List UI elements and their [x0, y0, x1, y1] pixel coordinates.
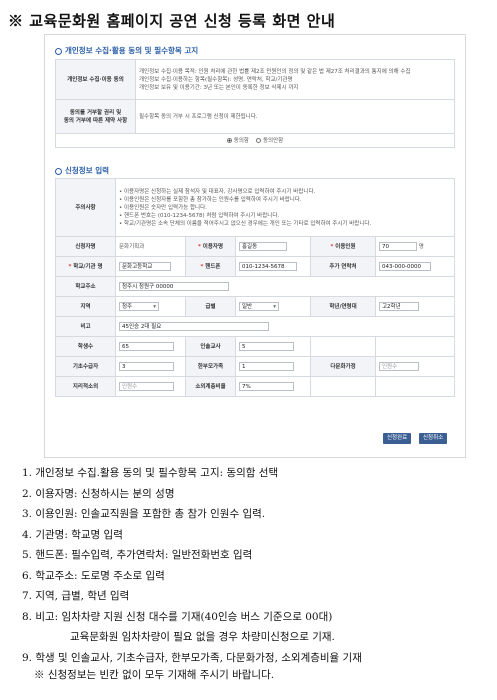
screenshot-panel: 개인정보 수집·활용 동의 및 필수항목 고지 개인정보 수집·이용 동의 개인… — [44, 34, 466, 458]
guide-list: 1. 개인정보 수집.활용 동의 및 필수항목 고지: 동의함 선택 2. 이용… — [22, 463, 492, 682]
notice-text: • 이용자명은 신청하는 실제 참석자 및 대표자, 강사명으로 입력하여 주시… — [115, 178, 455, 237]
guide-item: 7. 지역, 급별, 학년 입력 — [22, 590, 130, 602]
guide-item: 8. 비고: 임차차량 지원 신청 대수를 기재(40인승 버스 기준으로 00… — [22, 610, 333, 623]
applicant-value: 문화기획과 — [115, 236, 186, 257]
guide-item: 5. 핸드폰: 필수입력, 추가연락처: 일반전화번호 입력 — [22, 549, 253, 561]
cancel-button[interactable]: 신청취소 — [419, 433, 448, 444]
guide-item: 6. 학교주소: 도로명 주소로 입력 — [22, 569, 165, 582]
note-input[interactable]: 45인승 2대 필요 — [119, 322, 269, 331]
school-address-input[interactable]: 청주시 청원구 00000 — [119, 282, 229, 291]
agree-radio[interactable] — [226, 137, 232, 143]
consent-radio-group: 동의함 동의안함 — [55, 133, 455, 148]
guide-item: 9. 학생 및 인솔교사, 기초수급자, 한부모가족, 다문화가정, 소외계층비… — [22, 651, 362, 664]
guide-item: 교육문화원 임차차량이 필요 없을 경우 차량미신청으로 기재. — [70, 631, 335, 643]
privacy-table: 개인정보 수집·이용 동의 개인정보 수집·이용 목적: 인원 처리에 관한 법… — [55, 59, 455, 148]
privacy-consent-label: 개인정보 수집·이용 동의 — [55, 59, 136, 100]
students-input[interactable]: 65 — [119, 342, 174, 351]
teachers-input[interactable]: 5 — [239, 342, 294, 351]
school-name-input[interactable]: 문화고등학교 — [119, 262, 171, 271]
grade-input[interactable]: 고2학년 — [379, 302, 419, 311]
phone-input[interactable]: 010-1234-5678 — [239, 262, 297, 271]
basic-recipient-input[interactable]: 3 — [119, 362, 174, 371]
bullet-icon — [55, 167, 62, 175]
single-parent-input[interactable]: 1 — [239, 362, 294, 371]
refusal-right-label: 동의를 거부할 권리 및 동의 거부에 따른 제약 사항 — [55, 99, 136, 134]
apply-form-table: 주의사항 • 이용자명은 신청하는 실제 참석자 및 대표자, 강사명으로 입력… — [55, 178, 455, 397]
refusal-right-text: 필수항목 동의 거부 시 프로그램 신청이 제한됩니다. — [135, 99, 455, 134]
geo-isolated-input[interactable]: 인원수 — [119, 382, 174, 391]
people-count-input[interactable]: 70 — [379, 242, 417, 251]
bullet-icon — [55, 47, 62, 55]
user-name-input[interactable]: 홍길동 — [239, 242, 287, 251]
privacy-consent-text: 개인정보 수집·이용 목적: 인원 처리에 관한 법률 제2조 민원인의 정의 … — [135, 59, 455, 100]
apply-section-title: 신청정보 입력 — [55, 165, 109, 176]
submit-button[interactable]: 신청완료 — [383, 433, 412, 444]
underprivileged-ratio-input[interactable]: 7% — [239, 382, 294, 391]
guide-item: 4. 기관명: 학교명 입력 — [22, 528, 123, 541]
disagree-radio[interactable] — [255, 137, 261, 143]
guide-item: 2. 이용자명: 신청하시는 분의 성명 — [22, 487, 175, 500]
guide-item: 3. 이용인원: 인솔교직원을 포함한 총 참가 인원수 입력. — [22, 508, 266, 520]
multicultural-input[interactable]: 인원수 — [379, 362, 419, 371]
guide-item: ※ 신청정보는 빈칸 없이 모두 기재해 주시기 바랍니다. — [34, 669, 275, 681]
page-title: ※ 교육문화원 홈페이지 공연 신청 등록 화면 안내 — [8, 12, 336, 30]
privacy-section-title: 개인정보 수집·활용 동의 및 필수항목 고지 — [55, 45, 198, 56]
level-select[interactable]: 일반 — [239, 302, 279, 312]
region-select[interactable]: 청주 — [119, 302, 159, 312]
extra-contact-input[interactable]: 043-000-0000 — [379, 262, 431, 271]
notice-label: 주의사항 — [55, 178, 116, 237]
guide-item: 1. 개인정보 수집.활용 동의 및 필수항목 고지: 동의함 선택 — [22, 467, 279, 479]
